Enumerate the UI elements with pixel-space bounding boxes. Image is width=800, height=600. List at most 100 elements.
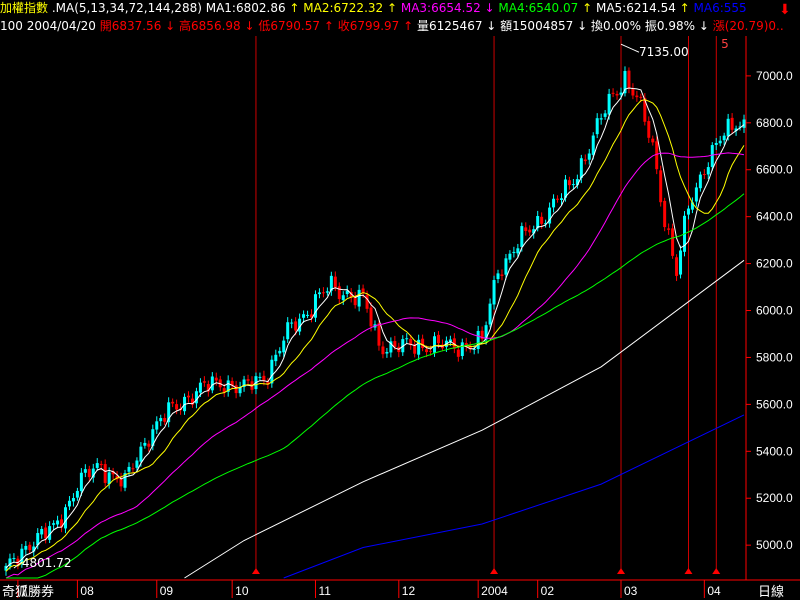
y-axis: 5000.0 5200.0 5400.0 5600.0 5800.0 6000.0 6200…	[746, 69, 793, 552]
candle-body	[143, 442, 147, 446]
candle-body	[302, 314, 306, 318]
candle-body	[321, 292, 325, 294]
candle-body	[52, 523, 56, 525]
candle-body	[377, 323, 381, 346]
y-tick-label: 6000.0	[756, 304, 793, 318]
candle-body	[103, 464, 107, 483]
candle-body	[333, 276, 337, 288]
y-tick-label: 5000.0	[756, 538, 793, 552]
x-tick-label: 2004	[481, 584, 508, 598]
x-tick-label: 04	[707, 584, 721, 598]
candle-body	[365, 294, 369, 309]
candle-body	[655, 141, 659, 170]
candle-body	[131, 468, 135, 470]
candle-body	[706, 167, 710, 175]
x-tick-label: 02	[541, 584, 555, 598]
annotation-low: 4801.72	[22, 556, 72, 570]
ma-line-ma2	[5, 99, 745, 572]
candle-body	[710, 145, 714, 167]
candle-body	[651, 138, 655, 143]
candle-body	[595, 118, 599, 135]
event-marker-triangle	[490, 568, 499, 574]
y-tick-label: 5600.0	[756, 397, 793, 411]
candle-body	[234, 385, 238, 394]
candle-body	[155, 421, 159, 430]
candle-body	[270, 359, 274, 384]
candle-body	[611, 92, 615, 94]
y-tick-label: 6600.0	[756, 163, 793, 177]
ma-line-ma4	[6, 193, 745, 579]
candle-body	[135, 460, 139, 468]
candle-body	[337, 286, 341, 299]
candle-body	[524, 227, 528, 231]
candle-body	[603, 113, 607, 117]
candle-body	[500, 274, 504, 276]
candle-body	[159, 418, 163, 422]
ma-line-ma3	[5, 152, 745, 579]
x-tick-label: 12	[402, 584, 416, 598]
y-tick-label: 5200.0	[756, 491, 793, 505]
candle-body	[56, 520, 60, 525]
candle-body	[667, 228, 671, 230]
candle-body	[40, 528, 44, 535]
candles	[4, 66, 746, 576]
period-label[interactable]: 日線	[758, 584, 784, 600]
candle-body	[290, 322, 294, 324]
candle-body	[214, 377, 218, 381]
x-tick-label: 08	[80, 584, 94, 598]
candle-body	[79, 472, 83, 492]
candle-body	[75, 490, 79, 498]
candle-body	[28, 544, 32, 551]
candle-body	[675, 257, 679, 276]
annotation-leader	[620, 43, 640, 53]
y-tick-label: 6800.0	[756, 116, 793, 130]
candle-body	[647, 121, 651, 138]
y-tick-label: 6200.0	[756, 257, 793, 271]
candle-body	[583, 159, 587, 162]
candle-body	[718, 140, 722, 144]
scroll-down-icon[interactable]: ⬇	[779, 2, 791, 18]
candle-body	[540, 216, 544, 224]
candle-body	[369, 307, 373, 327]
candle-body	[436, 334, 440, 344]
candle-body	[262, 375, 266, 381]
y-tick-label: 6400.0	[756, 210, 793, 224]
candle-body	[357, 289, 361, 307]
candle-body	[425, 349, 429, 353]
candle-body	[393, 341, 397, 347]
moving-averages	[5, 87, 745, 579]
candle-body	[635, 95, 639, 98]
candle-body	[556, 198, 560, 200]
candle-body	[579, 158, 583, 178]
candle-body	[639, 96, 643, 98]
candle-body	[599, 118, 603, 120]
candlestick-chart[interactable]: 5000.0 5200.0 5400.0 5600.0 5800.0 6000.0 6200…	[0, 0, 800, 600]
candle-body	[306, 314, 310, 316]
x-tick-label: 11	[318, 584, 331, 598]
candle-body	[83, 469, 87, 473]
candle-body	[12, 558, 16, 560]
brand-label: 奇狐勝券	[2, 584, 54, 600]
candle-body	[698, 174, 702, 189]
candle-body	[139, 446, 143, 462]
candle-body	[627, 70, 631, 89]
candle-body	[702, 174, 706, 176]
candle-body	[559, 198, 563, 201]
candle-body	[294, 321, 298, 331]
candle-body	[476, 330, 480, 350]
event-marker-triangle	[684, 568, 693, 574]
x-tick-label: 09	[160, 584, 174, 598]
x-axis: 7 08 09 10 11 12 2004 02 03 04	[17, 580, 721, 598]
candle-body	[127, 466, 131, 472]
y-tick-label: 5800.0	[756, 350, 793, 364]
candle-body	[405, 338, 409, 340]
candle-body	[87, 468, 91, 478]
event-marker-triangle	[712, 568, 721, 574]
y-tick-label: 5400.0	[756, 444, 793, 458]
candle-body	[615, 93, 619, 96]
candle-body	[671, 228, 675, 256]
x-tick-label: 10	[235, 584, 249, 598]
candle-body	[552, 198, 556, 208]
candle-body	[571, 184, 575, 186]
candle-body	[591, 135, 595, 155]
